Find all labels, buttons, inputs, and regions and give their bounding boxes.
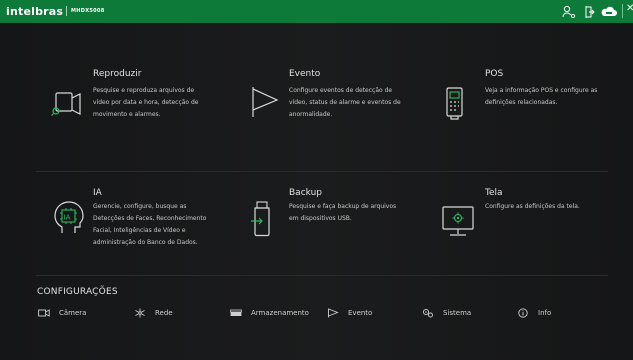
logo-divider bbox=[66, 6, 67, 16]
storage-icon bbox=[230, 309, 242, 316]
tile-description: Pesquise e faça backup de arquivos em dis… bbox=[289, 203, 397, 222]
flag-icon bbox=[247, 83, 283, 123]
config-item-network[interactable]: Rede bbox=[134, 307, 173, 319]
device-model: MHDX5008 bbox=[71, 8, 105, 14]
tile-title: Backup bbox=[289, 188, 322, 198]
config-item-label: Rede bbox=[155, 309, 173, 317]
close-icon[interactable]: ✕ bbox=[626, 3, 633, 14]
usb-backup-icon bbox=[247, 199, 283, 243]
config-item-label: Armazenamento bbox=[251, 309, 309, 317]
tile-title: Reproduzir bbox=[93, 69, 142, 79]
section-divider bbox=[36, 275, 608, 276]
camera-icon bbox=[38, 309, 50, 317]
brand-logo: intelbras bbox=[6, 5, 64, 18]
flag-icon bbox=[328, 308, 339, 318]
config-item-system[interactable]: Sistema bbox=[422, 307, 471, 319]
gears-icon bbox=[422, 308, 433, 318]
config-item-label: Info bbox=[538, 309, 552, 317]
network-icon bbox=[135, 308, 145, 318]
tile-pos[interactable]: POS Veja a informação POS e configure as… bbox=[443, 63, 633, 173]
tile-title: POS bbox=[485, 69, 504, 79]
config-item-label: Evento bbox=[348, 309, 373, 317]
config-item-label: Câmera bbox=[59, 309, 87, 317]
tile-ia[interactable]: IA Gerencie, configure, busque as Detecçõ… bbox=[48, 183, 248, 293]
tile-description: Pesquise e reproduza arquivos de vídeo po… bbox=[93, 87, 199, 118]
tile-reproduzir[interactable]: Reproduzir Pesquise e reproduza arquivos… bbox=[48, 63, 248, 173]
svg-text:IA: IA bbox=[64, 214, 71, 222]
pos-terminal-icon bbox=[443, 85, 479, 125]
config-item-storage[interactable]: Armazenamento bbox=[230, 307, 309, 319]
tile-description: Veja a informação POS e configure as defi… bbox=[485, 87, 598, 106]
config-item-label: Sistema bbox=[443, 309, 472, 317]
cloud-icon[interactable] bbox=[600, 4, 617, 20]
topbar-divider bbox=[622, 4, 623, 18]
user-settings-icon[interactable] bbox=[561, 4, 577, 20]
tile-title: Tela bbox=[485, 188, 503, 198]
config-item-info[interactable]: Info bbox=[517, 307, 551, 319]
tile-backup[interactable]: Backup Pesquise e faça backup de arquivo… bbox=[245, 183, 445, 293]
section-divider bbox=[36, 171, 608, 172]
logout-icon[interactable] bbox=[580, 4, 596, 20]
config-section-title: CONFIGURAÇÕES bbox=[37, 287, 118, 297]
tile-description: Configure eventos de detecção de vídeo, s… bbox=[289, 87, 401, 118]
ai-head-icon: IA bbox=[48, 197, 88, 241]
tile-evento[interactable]: Evento Configure eventos de detecção de v… bbox=[245, 63, 445, 173]
tile-title: IA bbox=[93, 188, 102, 198]
config-item-event[interactable]: Evento bbox=[327, 307, 372, 319]
tile-tela[interactable]: Tela Configure as definições da tela. bbox=[441, 183, 633, 293]
config-item-camera[interactable]: Câmera bbox=[38, 307, 86, 319]
top-bar: intelbras MHDX5008 ✕ bbox=[0, 0, 633, 23]
tile-title: Evento bbox=[289, 69, 321, 79]
tile-description: Gerencie, configure, busque as Detecções … bbox=[93, 203, 207, 246]
monitor-settings-icon bbox=[441, 203, 477, 243]
info-icon bbox=[518, 308, 528, 318]
tile-description: Configure as definições da tela. bbox=[485, 203, 580, 210]
camera-playback-icon bbox=[50, 85, 86, 125]
